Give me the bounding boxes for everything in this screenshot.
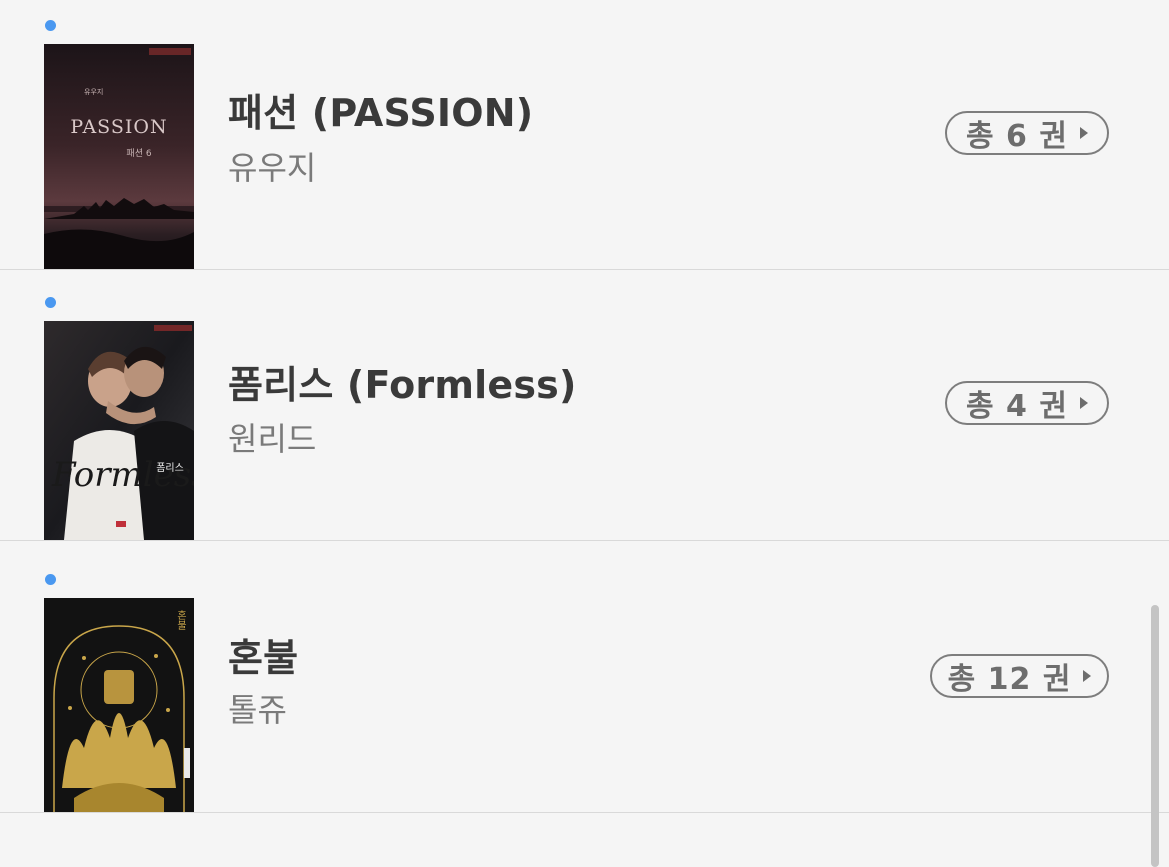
cover-title-text: PASSION [70, 116, 167, 138]
book-cover[interactable]: PASSION 유우지 패션 6 [44, 44, 194, 269]
unread-dot-icon [45, 20, 56, 31]
list-item[interactable]: Formless 폼리스 폼리스 (Formless) 원리드 총 4 권 [0, 270, 1169, 541]
series-author: 톨쥬 [228, 691, 287, 729]
volume-count-label: 총 6 권 [966, 119, 1068, 154]
unread-dot-icon [45, 574, 56, 585]
book-cover[interactable]: Formless 폼리스 [44, 321, 194, 540]
volume-count-button[interactable]: 총 12 권 [930, 654, 1109, 698]
unread-dot-icon [45, 297, 56, 308]
volume-count-button[interactable]: 총 6 권 [945, 111, 1109, 155]
row-divider [0, 812, 1169, 813]
series-list: PASSION 유우지 패션 6 패션 (PASSION) 유우지 총 6 권 [0, 0, 1169, 867]
formless-cover-art: Formless 폼리스 [44, 321, 194, 540]
vertical-scrollbar[interactable] [1151, 605, 1159, 867]
series-title[interactable]: 패션 (PASSION) [228, 82, 533, 137]
series-author: 원리드 [228, 420, 317, 458]
series-author: 유우지 [228, 149, 317, 187]
volume-count-label: 총 4 권 [966, 389, 1068, 424]
list-item[interactable]: 혼불 혼불 톨쥬 총 12 권 [0, 541, 1169, 813]
cover-volume-text: 패션 6 [126, 148, 151, 159]
cover-korean-title-text: 혼불 [175, 609, 187, 630]
cover-author-text: 유우지 [84, 87, 103, 96]
list-item[interactable]: PASSION 유우지 패션 6 패션 (PASSION) 유우지 총 6 권 [0, 0, 1169, 270]
honbul-cover-art: 혼불 [44, 598, 194, 812]
series-title[interactable]: 폼리스 (Formless) [228, 354, 577, 409]
series-title[interactable]: 혼불 [228, 627, 298, 682]
book-cover[interactable]: 혼불 [44, 598, 194, 812]
volume-count-button[interactable]: 총 4 권 [945, 381, 1109, 425]
passion-cover-art: PASSION 유우지 패션 6 [44, 44, 194, 269]
play-arrow-icon [1083, 670, 1092, 682]
play-arrow-icon [1079, 397, 1088, 409]
cover-title-text: Formless [51, 455, 194, 495]
play-arrow-icon [1079, 127, 1088, 139]
cover-korean-title-text: 폼리스 [156, 462, 184, 474]
volume-count-label: 총 12 권 [947, 662, 1072, 697]
